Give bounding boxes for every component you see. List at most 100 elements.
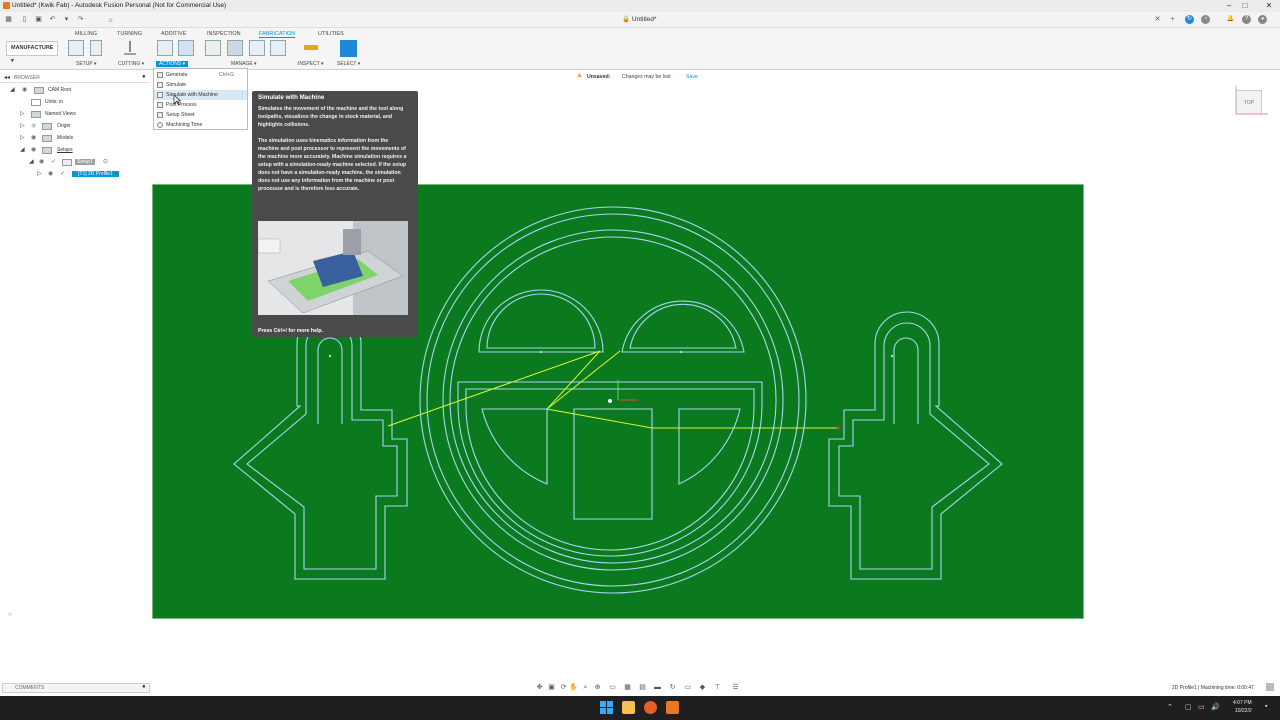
tree-item-models[interactable]: ▷ ◉ Models — [0, 134, 150, 144]
layout-icon[interactable]: ☰ — [731, 683, 740, 692]
close-button[interactable]: ✕ — [1262, 1, 1276, 11]
profile-avatar[interactable]: ◕ — [1258, 15, 1267, 24]
tray-overflow-icon[interactable]: ⌃ — [1167, 703, 1173, 711]
undo-icon[interactable]: ↶ — [48, 15, 57, 24]
tree-item-profile1[interactable]: ▷ ◉ ✓ [T1] 2D Profile1 — [0, 170, 150, 180]
visibility-eye-icon[interactable]: ◉ — [31, 122, 37, 129]
browser-pin-icon[interactable]: ● — [142, 74, 146, 80]
menu-item-simulate-with-machine[interactable]: Simulate with Machine ⋮ — [154, 90, 247, 100]
machine-library-icon[interactable] — [227, 40, 243, 56]
view-cube[interactable]: TOP — [1230, 84, 1270, 120]
group-cutting[interactable]: CUTTING ▾ — [118, 61, 144, 67]
display-settings-icon[interactable]: ▭ — [608, 683, 617, 692]
collapse-arrow-icon[interactable]: ◢ — [10, 86, 15, 93]
grid-icon[interactable]: ▦ — [623, 683, 632, 692]
group-inspect[interactable]: INSPECT ▾ — [298, 61, 324, 67]
tree-item-named-views[interactable]: ▷ Named Views — [0, 110, 150, 120]
tree-item-origin[interactable]: ▷ ◉ Origin — [0, 122, 150, 132]
status-toggle-icon[interactable] — [1266, 683, 1274, 691]
section-icon[interactable]: ◆ — [698, 683, 707, 692]
maximize-button[interactable]: □ — [1238, 1, 1252, 11]
firefox-icon[interactable] — [644, 701, 657, 714]
group-manage[interactable]: MANAGE ▾ — [231, 61, 257, 67]
template-library-icon[interactable] — [270, 40, 286, 56]
visibility-eye-icon[interactable]: ◉ — [31, 134, 37, 141]
home-icon[interactable]: ⌂ — [106, 16, 115, 25]
expand-arrow-icon[interactable]: ▷ — [20, 110, 25, 117]
expand-arrow-icon[interactable]: ▷ — [20, 134, 25, 141]
group-setup[interactable]: SETUP ▾ — [76, 61, 97, 67]
menu-item-post-process[interactable]: Post Process — [154, 100, 247, 110]
group-actions[interactable]: ACTIONS ▾ — [156, 61, 189, 67]
effects-icon[interactable]: ▭ — [683, 683, 692, 692]
file-icon[interactable]: ▯ — [20, 15, 29, 24]
comments-add-icon[interactable]: ● — [142, 684, 146, 690]
visibility-eye-icon[interactable]: ◉ — [31, 146, 37, 153]
move-icon[interactable]: ✥ — [535, 683, 544, 692]
capture-position-icon[interactable]: ▣ — [547, 683, 556, 692]
close-tab-icon[interactable]: ✕ — [1153, 15, 1162, 24]
tray-app-icon[interactable]: ▢ — [1185, 703, 1192, 711]
tool-library-icon[interactable] — [205, 40, 221, 56]
tree-item-units[interactable]: Units: in — [0, 98, 150, 108]
fit-icon[interactable]: ⊕ — [593, 683, 602, 692]
taskbar-clock[interactable]: 4:07 PM 10/22/2 — [1233, 699, 1252, 715]
redo-icon[interactable]: ↷ — [76, 15, 85, 24]
viewports-icon[interactable]: ▤ — [638, 683, 647, 692]
tree-item-cam-root[interactable]: ◢ ◉ CAM Root — [0, 86, 150, 96]
menu-item-generate[interactable]: Generate Ctrl+G — [154, 70, 247, 80]
measure-icon[interactable] — [303, 40, 319, 56]
tab-turning[interactable]: TURNING — [117, 31, 142, 37]
tool-display-icon[interactable]: ⊤ — [713, 683, 722, 692]
new-tab-icon[interactable]: + — [1168, 15, 1177, 24]
network-icon[interactable]: ▭ — [1198, 703, 1205, 711]
group-select[interactable]: SELECT ▾ — [337, 61, 360, 67]
browser-header[interactable]: ◂◂ BROWSER ● — [0, 73, 150, 83]
tab-milling[interactable]: MILLING — [75, 31, 97, 37]
tab-additive[interactable]: ADDITIVE — [161, 31, 186, 37]
undo-dropdown-icon[interactable]: ▾ — [62, 15, 71, 24]
job-status-icon[interactable]: ◔ — [1201, 15, 1210, 24]
collapse-browser-icon[interactable]: ◂◂ — [4, 74, 10, 81]
refresh-icon[interactable]: ↻ — [668, 683, 677, 692]
setup-sheet-icon[interactable] — [90, 40, 102, 56]
activate-target-icon[interactable]: ⊙ — [103, 158, 109, 165]
file-explorer-icon[interactable] — [622, 701, 635, 714]
new-setup-icon[interactable] — [68, 40, 84, 56]
comments-panel[interactable]: COMMENTS ● — [2, 683, 150, 693]
tab-fabrication[interactable]: FABRICATION — [259, 31, 296, 38]
tree-item-setup1[interactable]: ◢ ◉ ✓ Setup1 ⊙ — [0, 158, 150, 168]
workspace-switcher[interactable]: MANUFACTURE ▾ — [6, 41, 58, 64]
menu-item-simulate[interactable]: Simulate — [154, 80, 247, 90]
windows-start-icon[interactable] — [600, 701, 613, 714]
save-icon[interactable]: ▣ — [34, 15, 43, 24]
collapse-arrow-icon[interactable]: ◢ — [29, 158, 34, 165]
notifications-icon[interactable]: 🔔 — [1226, 15, 1235, 24]
expand-arrow-icon[interactable]: ▷ — [20, 122, 25, 129]
menu-item-setup-sheet[interactable]: Setup Sheet — [154, 110, 247, 120]
volume-icon[interactable]: 🔊 — [1211, 703, 1220, 711]
document-tab[interactable]: 🔒 Untitled* — [622, 15, 656, 23]
generate-icon[interactable] — [157, 40, 173, 56]
grid-menu-icon[interactable]: ▦ — [4, 15, 13, 24]
help-icon[interactable]: ? — [1242, 15, 1251, 24]
extensions-icon[interactable]: ↻ — [1185, 15, 1194, 24]
zoom-icon[interactable]: ⌕ — [581, 683, 590, 692]
cutting-tool-icon[interactable] — [122, 40, 138, 56]
expand-arrow-icon[interactable]: ▷ — [37, 170, 42, 177]
fusion-taskbar-icon[interactable] — [666, 701, 679, 714]
visibility-eye-icon[interactable]: ◉ — [48, 170, 54, 177]
nc-program-icon[interactable] — [249, 40, 265, 56]
select-arrow-icon[interactable] — [340, 40, 357, 57]
visibility-eye-icon[interactable]: ◉ — [39, 158, 45, 165]
minimize-button[interactable]: – — [1222, 1, 1236, 11]
menu-item-machining-time[interactable]: Machining Time — [154, 120, 247, 130]
orbit-icon[interactable]: ⟳ — [559, 683, 568, 692]
notification-center-icon[interactable]: ▪ — [1265, 703, 1267, 710]
tree-item-setups[interactable]: ◢ ◉ Setups — [0, 146, 150, 156]
view-cube-face-top[interactable]: TOP — [1236, 90, 1262, 114]
save-link[interactable]: Save — [686, 74, 698, 80]
post-process-icon[interactable] — [178, 40, 194, 56]
camera-icon[interactable]: ▬ — [653, 683, 662, 692]
tab-utilities[interactable]: UTILITIES — [318, 31, 344, 37]
